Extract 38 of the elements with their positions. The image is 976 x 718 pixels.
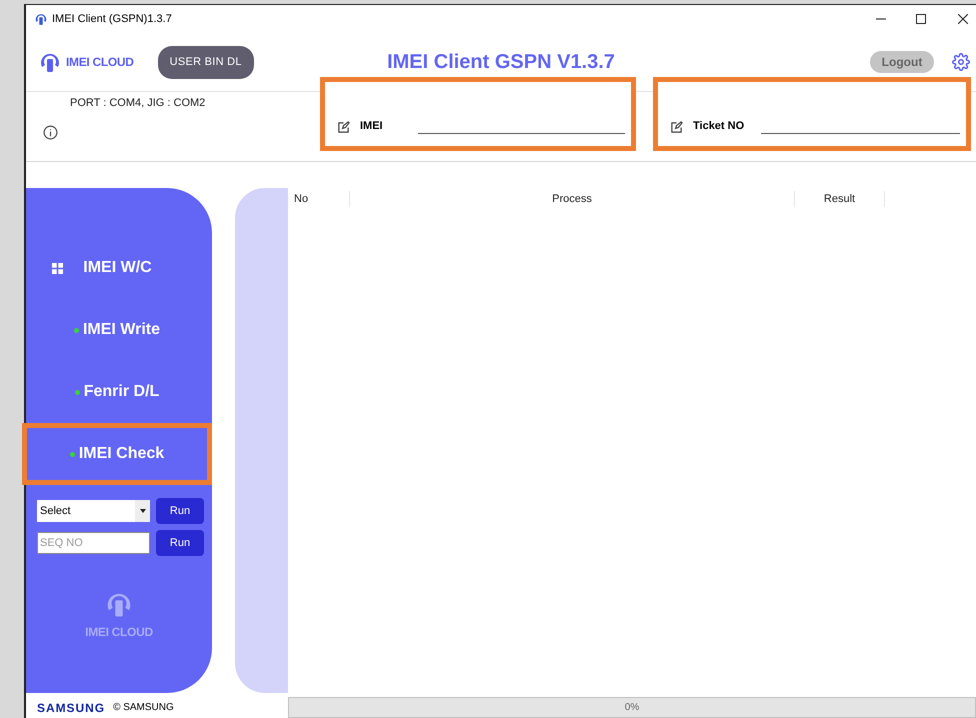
column-header: Process	[350, 190, 795, 208]
input-field[interactable]: Ticket NO	[653, 77, 971, 151]
app-title: IMEI Client GSPN V1.3.7	[387, 50, 615, 75]
window-title: IMEI Client (GSPN)1.3.7	[52, 12, 172, 27]
run-button[interactable]: Run	[156, 498, 204, 524]
seq-no-field[interactable]: SEQ NO	[37, 532, 150, 554]
column-header: Result	[795, 190, 885, 208]
sidebar-item-label: IMEI Check	[78, 444, 164, 464]
logout-button[interactable]: Logout	[870, 51, 934, 73]
progress-text: 0%	[624, 701, 640, 715]
port-info: PORT : COM4, JIG : COM2	[70, 96, 206, 111]
run-button[interactable]: Run	[156, 530, 204, 556]
logo-text: IMEI CLOUD	[85, 624, 153, 641]
input-field[interactable]: IMEI	[320, 77, 636, 151]
sidebar-item[interactable]: IMEI Write	[22, 299, 212, 361]
copyright-text: © SAMSUNG	[113, 701, 174, 715]
logo-text: IMEI CLOUD	[66, 54, 134, 71]
field-label: Ticket NO	[693, 118, 746, 134]
info-icon	[43, 124, 58, 140]
field-label: IMEI	[360, 118, 384, 134]
brand-logo: SAMSUNG	[37, 700, 106, 716]
user-bin-dl-button[interactable]: USER BIN DL	[158, 46, 254, 78]
app-icon	[34, 12, 48, 26]
sidebar-item-label: IMEI Write	[82, 320, 160, 340]
sidebar-item[interactable]: IMEI W/C	[22, 237, 212, 299]
select-dropdown[interactable]: Select	[37, 500, 150, 522]
caret-icon	[140, 509, 146, 513]
column-header: No	[288, 190, 350, 208]
settings-icon[interactable]	[952, 53, 970, 71]
edit-icon	[670, 121, 683, 134]
close-icon[interactable]	[958, 14, 968, 24]
sidebar-item-label: Fenrir D/L	[84, 382, 160, 402]
maximize-icon[interactable]	[916, 14, 926, 24]
sidebar-item[interactable]: Fenrir D/L	[22, 361, 212, 423]
sidebar-item-label: IMEI W/C	[83, 258, 152, 278]
sidebar-item[interactable]: IMEI Check	[22, 423, 212, 485]
grid-icon	[52, 262, 64, 274]
edit-icon	[337, 121, 350, 134]
